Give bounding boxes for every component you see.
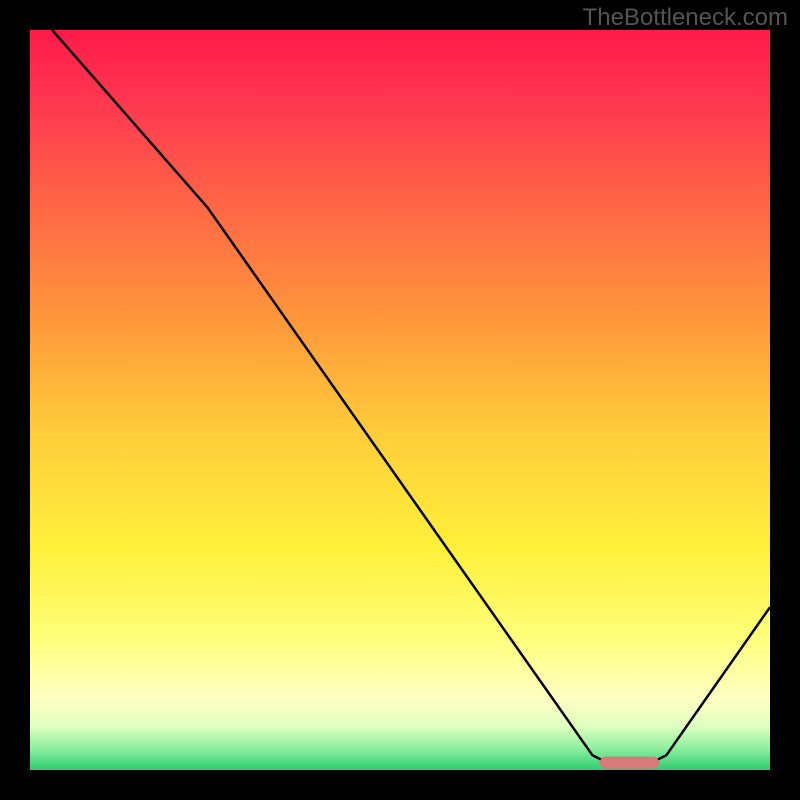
chart-svg bbox=[30, 30, 770, 770]
bottleneck-marker bbox=[600, 757, 659, 769]
chart-container: TheBottleneck.com bbox=[0, 0, 800, 800]
plot-area bbox=[30, 30, 770, 770]
gradient-background bbox=[30, 30, 770, 770]
watermark-text: TheBottleneck.com bbox=[583, 4, 788, 32]
